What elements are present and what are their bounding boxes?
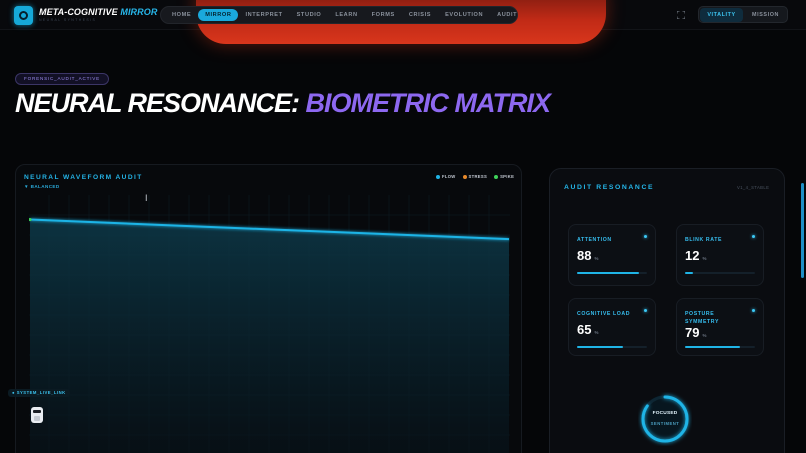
metric-label: POSTURE SYMMETRY (685, 311, 720, 325)
waveform-title: NEURAL WAVEFORM AUDIT (24, 174, 143, 181)
chart-legend: FLOW STRESS SPIKE (436, 174, 514, 179)
metric-value: 12% (685, 248, 707, 263)
legend-stress-label: STRESS (468, 174, 488, 179)
live-link-badge[interactable]: ● SYSTEM_LIVE_LINK (8, 389, 70, 397)
metric-value: 79% (685, 325, 707, 340)
page-title: NEURAL RESONANCE: BIOMETRIC MATRIX (15, 88, 551, 119)
nav-forms[interactable]: FORMS (365, 9, 402, 21)
metric-blink-rate[interactable]: BLINK RATE 12% (676, 224, 764, 286)
metric-bar (577, 346, 647, 348)
legend-stress-dot (462, 174, 467, 179)
page-title-part1: NEURAL RESONANCE: (15, 88, 300, 118)
brand-subtitle: NEURAL SYNTHESIS (39, 18, 97, 22)
logo-icon[interactable] (14, 6, 33, 25)
page-title-part2: BIOMETRIC MATRIX (305, 88, 551, 118)
pulse-indicator-icon (644, 235, 647, 238)
legend-stress[interactable]: STRESS (462, 174, 488, 179)
legend-spike-label: SPIKE (500, 174, 515, 179)
metric-bar (685, 272, 755, 274)
legend-flow-label: FLOW (442, 174, 456, 179)
tab-vitality[interactable]: VITALITY (700, 7, 743, 22)
metric-attention[interactable]: ATTENTION 88% (568, 224, 656, 286)
audit-title: AUDIT RESONANCE (564, 184, 655, 191)
nav-interpret[interactable]: INTERPRET (238, 9, 289, 21)
series-area (30, 219, 509, 453)
legend-spike[interactable]: SPIKE (494, 174, 514, 179)
gauge-label: FOCUSED (652, 411, 678, 416)
legend-spike-dot (494, 174, 499, 179)
metric-bar (685, 346, 755, 348)
tab-mission[interactable]: MISSION (744, 8, 787, 22)
metric-value: 88% (577, 248, 599, 263)
metric-bar (577, 272, 647, 274)
brand-title-part1: META-COGNITIVE (39, 7, 118, 17)
nav-crisis[interactable]: CRISIS (402, 9, 438, 21)
waveform-panel: NEURAL WAVEFORM AUDIT ▼ BALANCED FLOW ST… (15, 164, 522, 453)
status-badge: FORENSIC_AUDIT_ACTIVE (15, 73, 110, 85)
metric-label: ATTENTION (577, 237, 612, 243)
nav-learn[interactable]: LEARN (328, 9, 364, 21)
text-cursor-icon: I (145, 193, 148, 203)
metric-posture-symmetry[interactable]: POSTURE SYMMETRY 79% (676, 298, 764, 356)
nav-mirror[interactable]: MIRROR (198, 9, 239, 21)
robot-icon[interactable] (30, 405, 44, 425)
metric-label: BLINK RATE (685, 237, 723, 243)
main-nav: HOME MIRROR INTERPRET STUDIO LEARN FORMS… (160, 6, 518, 24)
scrollbar-thumb[interactable] (801, 183, 804, 278)
nav-studio[interactable]: STUDIO (290, 9, 329, 21)
metric-cognitive-load[interactable]: COGNITIVE LOAD 65% (568, 298, 656, 356)
brand-title-part2: MIRROR (120, 7, 158, 17)
brand-title[interactable]: META-COGNITIVE MIRROR (39, 7, 157, 17)
pulse-indicator-icon (644, 309, 647, 312)
legend-flow[interactable]: FLOW (436, 174, 456, 179)
waveform-chart[interactable] (29, 195, 510, 453)
legend-flow-dot (436, 174, 440, 179)
metric-value: 65% (577, 322, 599, 337)
audit-version: V1_4_STABLE (737, 185, 770, 190)
gauge-sublabel: SENTIMENT (650, 421, 680, 426)
nav-home[interactable]: HOME (165, 9, 198, 21)
pulse-indicator-icon (752, 235, 755, 238)
sentiment-gauge[interactable] (638, 392, 692, 446)
pulse-indicator-icon (752, 309, 755, 312)
nav-evolution[interactable]: EVOLUTION (438, 9, 490, 21)
waveform-state: ▼ BALANCED (24, 184, 60, 189)
mode-tabs: VITALITY MISSION (698, 6, 788, 23)
fullscreen-icon[interactable] (677, 11, 685, 19)
metric-label: COGNITIVE LOAD (577, 311, 631, 317)
nav-audit[interactable]: AUDIT (490, 9, 524, 21)
